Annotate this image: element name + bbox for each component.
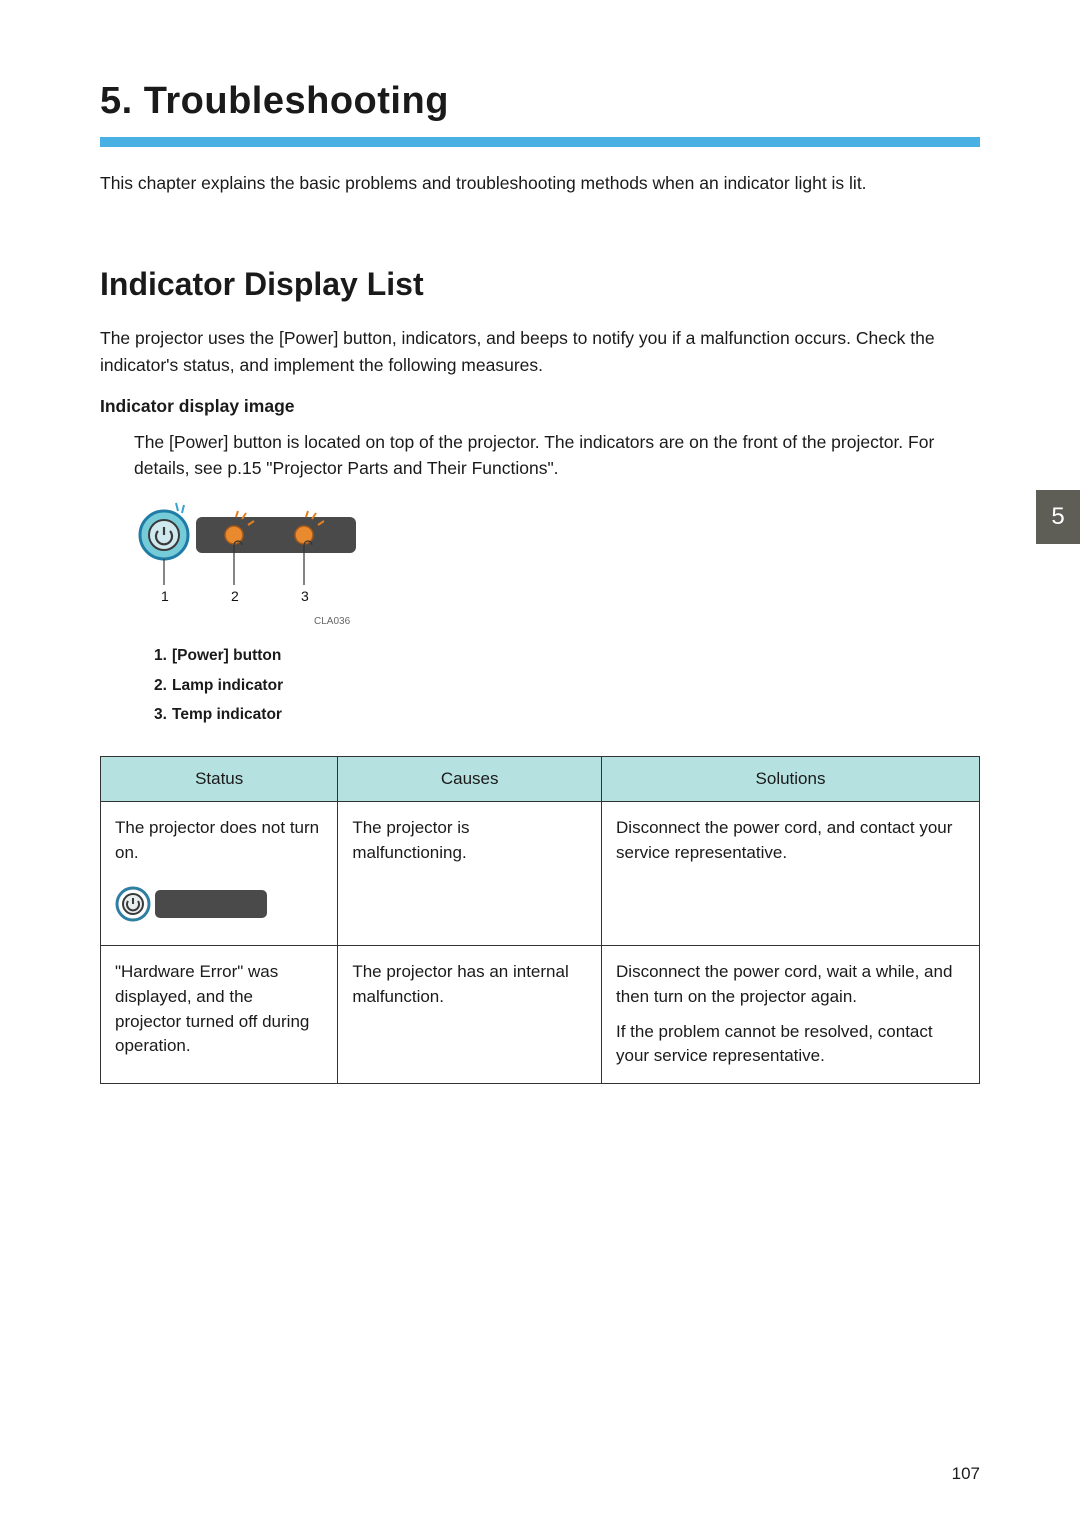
diagram-code: CLA036 (314, 616, 980, 627)
title-underline (100, 137, 980, 147)
diagram-label-2: 2 (231, 588, 239, 604)
chapter-intro: This chapter explains the basic problems… (100, 171, 980, 196)
section-body: The projector uses the [Power] button, i… (100, 325, 980, 378)
th-causes: Causes (338, 756, 602, 802)
indicator-diagram: 1 2 3 CLA036 (134, 499, 980, 627)
chapter-tab: 5 (1036, 490, 1080, 544)
legend-num: 2. (154, 671, 172, 700)
troubleshooting-table: Status Causes Solutions The projector do… (100, 756, 980, 1084)
legend-item: 1.[Power] button (154, 641, 980, 670)
indicator-diagram-svg: 1 2 3 (134, 499, 364, 609)
cell-cause: The projector is malfunctioning. (338, 802, 602, 946)
th-status: Status (101, 756, 338, 802)
status-icon (115, 884, 323, 932)
legend-num: 3. (154, 700, 172, 729)
legend-text: Temp indicator (172, 706, 282, 723)
legend-item: 2.Lamp indicator (154, 671, 980, 700)
section-title: Indicator Display List (100, 266, 980, 303)
page-number: 107 (952, 1464, 980, 1484)
legend-num: 1. (154, 641, 172, 670)
diagram-label-3: 3 (301, 588, 309, 604)
sub-heading: Indicator display image (100, 396, 980, 417)
legend-text: Lamp indicator (172, 677, 283, 694)
legend-text: [Power] button (172, 647, 281, 664)
cell-status: The projector does not turn on. (101, 802, 338, 946)
cell-solution: Disconnect the power cord, and contact y… (602, 802, 980, 946)
solution-text-a: Disconnect the power cord, wait a while,… (616, 960, 965, 1009)
chapter-title-text: Troubleshooting (144, 80, 449, 122)
legend-item: 3.Temp indicator (154, 700, 980, 729)
sub-body: The [Power] button is located on top of … (134, 429, 980, 482)
cell-solution: Disconnect the power cord, wait a while,… (602, 946, 980, 1084)
chapter-title: 5. Troubleshooting (100, 80, 980, 123)
cell-cause: The projector has an internal malfunctio… (338, 946, 602, 1084)
solution-text-b: If the problem cannot be resolved, conta… (616, 1020, 965, 1069)
chapter-number: 5. (100, 80, 133, 122)
table-row: "Hardware Error" was displayed, and the … (101, 946, 980, 1084)
table-row: The projector does not turn on. (101, 802, 980, 946)
status-text: The projector does not turn on. (115, 816, 323, 865)
cell-status: "Hardware Error" was displayed, and the … (101, 946, 338, 1084)
th-solutions: Solutions (602, 756, 980, 802)
diagram-legend: 1.[Power] button 2.Lamp indicator 3.Temp… (154, 641, 980, 729)
diagram-label-1: 1 (161, 588, 169, 604)
